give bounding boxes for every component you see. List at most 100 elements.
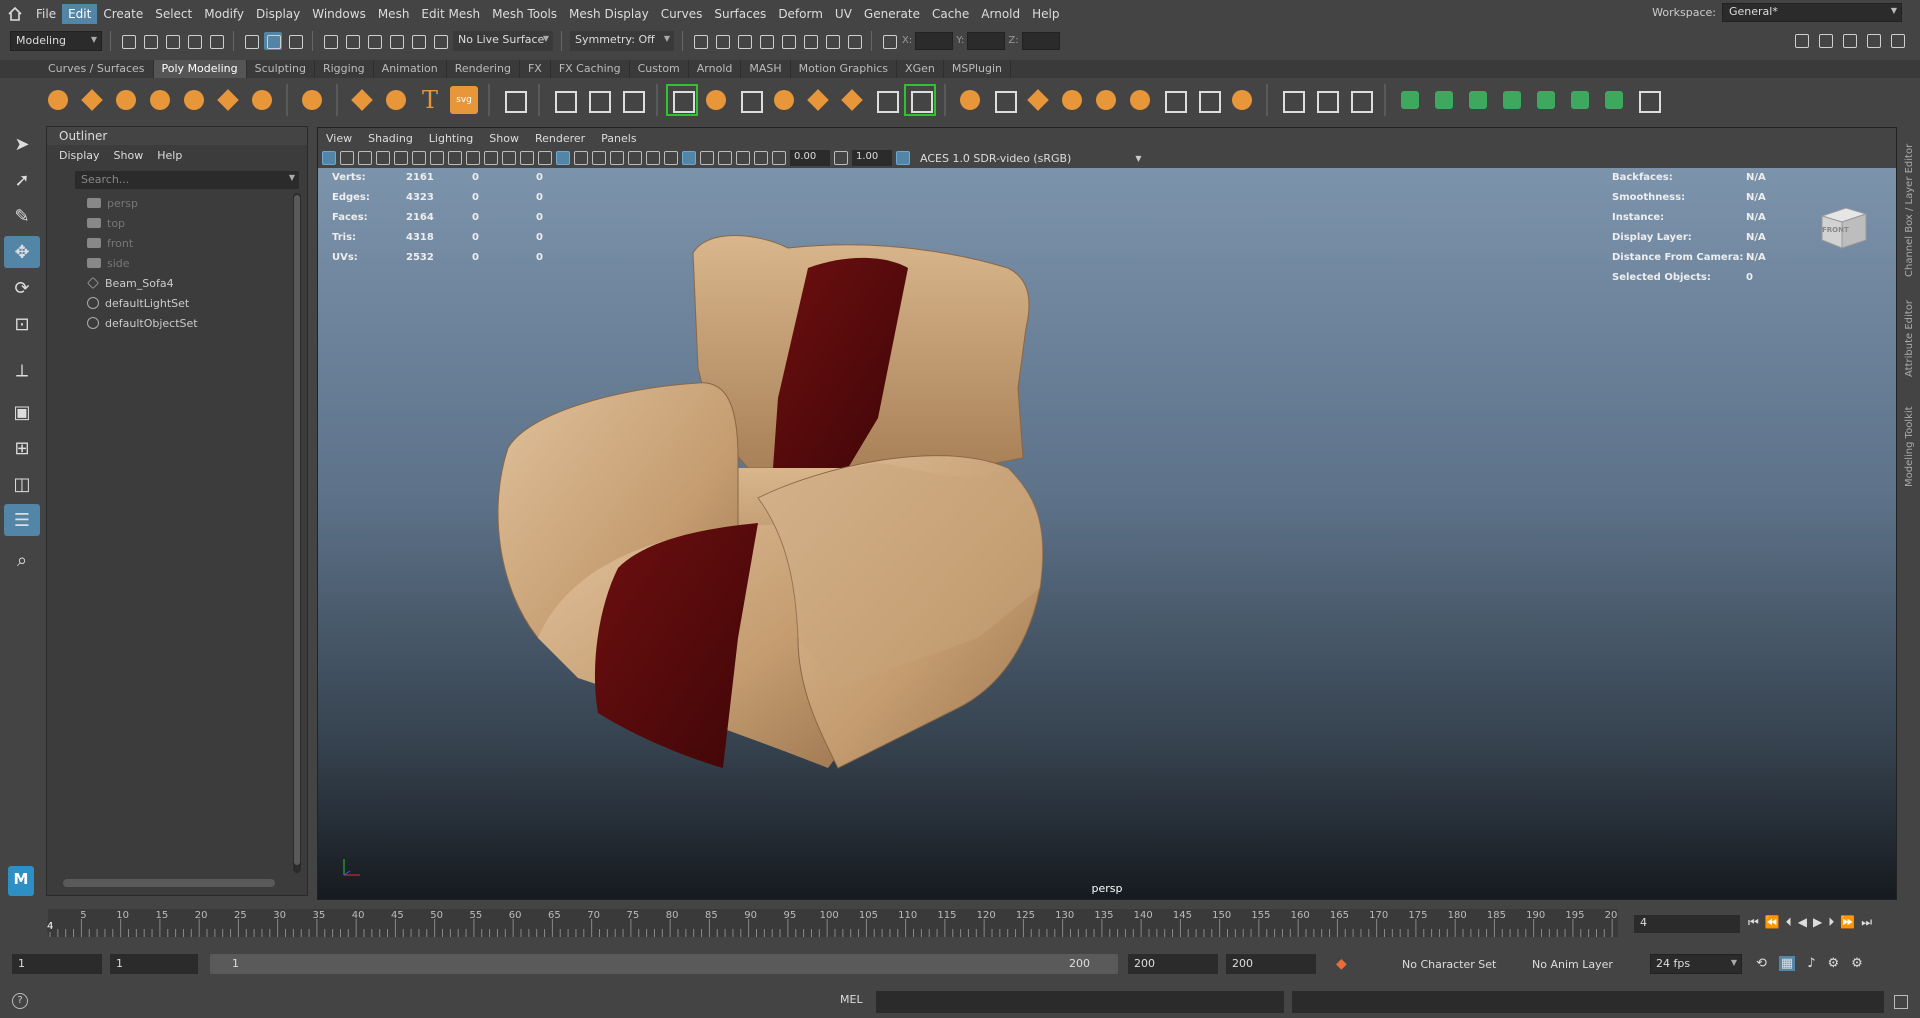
gate-mask-icon[interactable] [484, 151, 498, 165]
undo-icon[interactable] [185, 32, 203, 50]
viewport-menu-panels[interactable]: Panels [601, 132, 636, 145]
wireframe-icon[interactable] [538, 151, 552, 165]
scale-tool-icon[interactable]: ⊡ [4, 308, 40, 340]
shelf-tab-curves-surfaces[interactable]: Curves / Surfaces [40, 60, 154, 78]
render-settings-icon[interactable] [757, 32, 775, 50]
loop-icon[interactable]: ⟲ [1756, 956, 1767, 971]
outliner-item[interactable]: top [47, 213, 295, 233]
play-backwards-icon[interactable]: ◀ [1798, 915, 1807, 930]
anim-preferences-icon[interactable]: ⚙ [1851, 956, 1863, 971]
channel-box-tab[interactable]: Channel Box / Layer Editor [1904, 144, 1915, 277]
hypershade-icon[interactable] [779, 32, 797, 50]
outliner-item[interactable]: defaultObjectSet [47, 313, 295, 333]
current-time-marker[interactable]: 4 [47, 921, 54, 932]
open-scene-icon[interactable] [141, 32, 159, 50]
menu-create[interactable]: Create [97, 4, 149, 24]
cache-playback-icon[interactable]: ▦ [1778, 956, 1796, 971]
arnold-render-icon[interactable] [823, 32, 841, 50]
fps-dropdown[interactable]: 24 fps [1650, 954, 1742, 974]
menu-select[interactable]: Select [149, 4, 198, 24]
wireframe-on-shaded-icon[interactable] [592, 151, 606, 165]
boolean-icon[interactable] [872, 86, 900, 114]
select-camera-icon[interactable] [322, 151, 336, 165]
two-view-layout-icon[interactable]: ◫ [4, 468, 40, 500]
connect-icon[interactable] [1600, 86, 1628, 114]
smooth-icon[interactable] [838, 86, 866, 114]
playback-start-field[interactable]: 1 [110, 954, 198, 974]
menu-surfaces[interactable]: Surfaces [708, 4, 772, 24]
target-weld-icon[interactable] [1566, 86, 1594, 114]
bevel-icon[interactable] [702, 86, 730, 114]
z-field[interactable] [1021, 31, 1060, 50]
play-forwards-icon[interactable]: ▶ [1813, 915, 1822, 930]
select-tool-icon[interactable]: ➤ [4, 128, 40, 160]
move-tool-icon[interactable]: ✥ [4, 236, 40, 268]
script-editor-icon[interactable] [1894, 995, 1908, 1009]
snap-view-plane-icon[interactable] [387, 32, 405, 50]
poly-sphere-icon[interactable] [44, 86, 72, 114]
menu-mesh-tools[interactable]: Mesh Tools [486, 4, 563, 24]
slide-edge-icon[interactable] [1532, 86, 1560, 114]
home-icon[interactable] [0, 0, 30, 27]
bevel-edge-icon[interactable] [1126, 86, 1154, 114]
poly-cylinder-icon[interactable] [112, 86, 140, 114]
extract-icon[interactable] [804, 86, 832, 114]
symmetry-dropdown[interactable]: Symmetry: Off [570, 30, 674, 51]
menu-edit[interactable]: Edit [62, 3, 98, 24]
poly-cone-icon[interactable] [146, 86, 174, 114]
wedge-icon[interactable] [1194, 86, 1222, 114]
rotate-tool-icon[interactable]: ⟳ [4, 272, 40, 304]
safe-action-icon[interactable] [520, 151, 534, 165]
paint-select-tool-icon[interactable]: ✎ [4, 200, 40, 232]
four-view-layout-icon[interactable]: ⊞ [4, 432, 40, 464]
transform-icon[interactable] [880, 32, 898, 50]
smooth-shade-icon[interactable] [556, 151, 570, 165]
xray-icon[interactable] [736, 151, 750, 165]
live-surface-field[interactable]: No Live Surface [453, 30, 553, 51]
x-field[interactable] [915, 31, 954, 50]
gamma-field[interactable]: 1.00 [852, 150, 892, 166]
step-back-frame-icon[interactable]: ⏴ [1786, 915, 1792, 930]
outliner-item[interactable]: front [47, 233, 295, 253]
shelf-tab-fx[interactable]: FX [520, 60, 551, 78]
step-forward-frame-icon[interactable]: ⏵ [1828, 915, 1834, 930]
film-gate-icon[interactable] [448, 151, 462, 165]
color-space-dropdown[interactable]: ACES 1.0 SDR-video (sRGB) [920, 152, 1071, 165]
grease-pencil-icon[interactable] [412, 151, 426, 165]
exposure-icon[interactable] [772, 151, 786, 165]
snap-grid-icon[interactable] [321, 32, 339, 50]
append-polygon-icon[interactable] [1024, 86, 1052, 114]
viewport-menu-lighting[interactable]: Lighting [429, 132, 473, 145]
select-component-icon[interactable] [286, 32, 304, 50]
help-icon[interactable]: ? [12, 993, 28, 1009]
multi-cut-icon[interactable] [1278, 86, 1306, 114]
shelf-tab-motion-graphics[interactable]: Motion Graphics [791, 60, 898, 78]
menu-edit-mesh[interactable]: Edit Mesh [415, 4, 486, 24]
redo-icon[interactable] [207, 32, 225, 50]
platonic-solid-icon[interactable] [298, 86, 326, 114]
extrude-icon[interactable] [956, 86, 984, 114]
anim-layer-dropdown[interactable]: No Anim Layer [1532, 958, 1613, 971]
shelf-tab-rigging[interactable]: Rigging [315, 60, 374, 78]
command-input[interactable] [876, 991, 1284, 1013]
ipr-render-icon[interactable] [735, 32, 753, 50]
pause-icon[interactable] [845, 32, 863, 50]
viewport-menu-show[interactable]: Show [489, 132, 519, 145]
anti-aliasing-icon[interactable] [700, 151, 714, 165]
menu-cache[interactable]: Cache [926, 4, 975, 24]
shelf-tab-rendering[interactable]: Rendering [447, 60, 520, 78]
insert-edge-loop-icon[interactable] [1312, 86, 1340, 114]
step-back-key-icon[interactable]: ⏪ [1765, 915, 1780, 930]
shelf-tab-mash[interactable]: MASH [741, 60, 791, 78]
workspace-dropdown[interactable]: General* [1722, 3, 1902, 22]
lasso-tool-icon[interactable]: ➚ [4, 164, 40, 196]
sound-icon[interactable]: ♪ [1807, 956, 1815, 971]
super-shape-icon[interactable] [348, 86, 376, 114]
history-icon[interactable] [691, 32, 709, 50]
svg-icon[interactable]: svg [450, 86, 478, 114]
character-set-dropdown[interactable]: No Character Set [1402, 958, 1496, 971]
grid-icon[interactable] [430, 151, 444, 165]
animation-end-field[interactable]: 200 [1226, 954, 1316, 974]
viewport-menu-view[interactable]: View [326, 132, 352, 145]
poly-torus-icon[interactable] [180, 86, 208, 114]
